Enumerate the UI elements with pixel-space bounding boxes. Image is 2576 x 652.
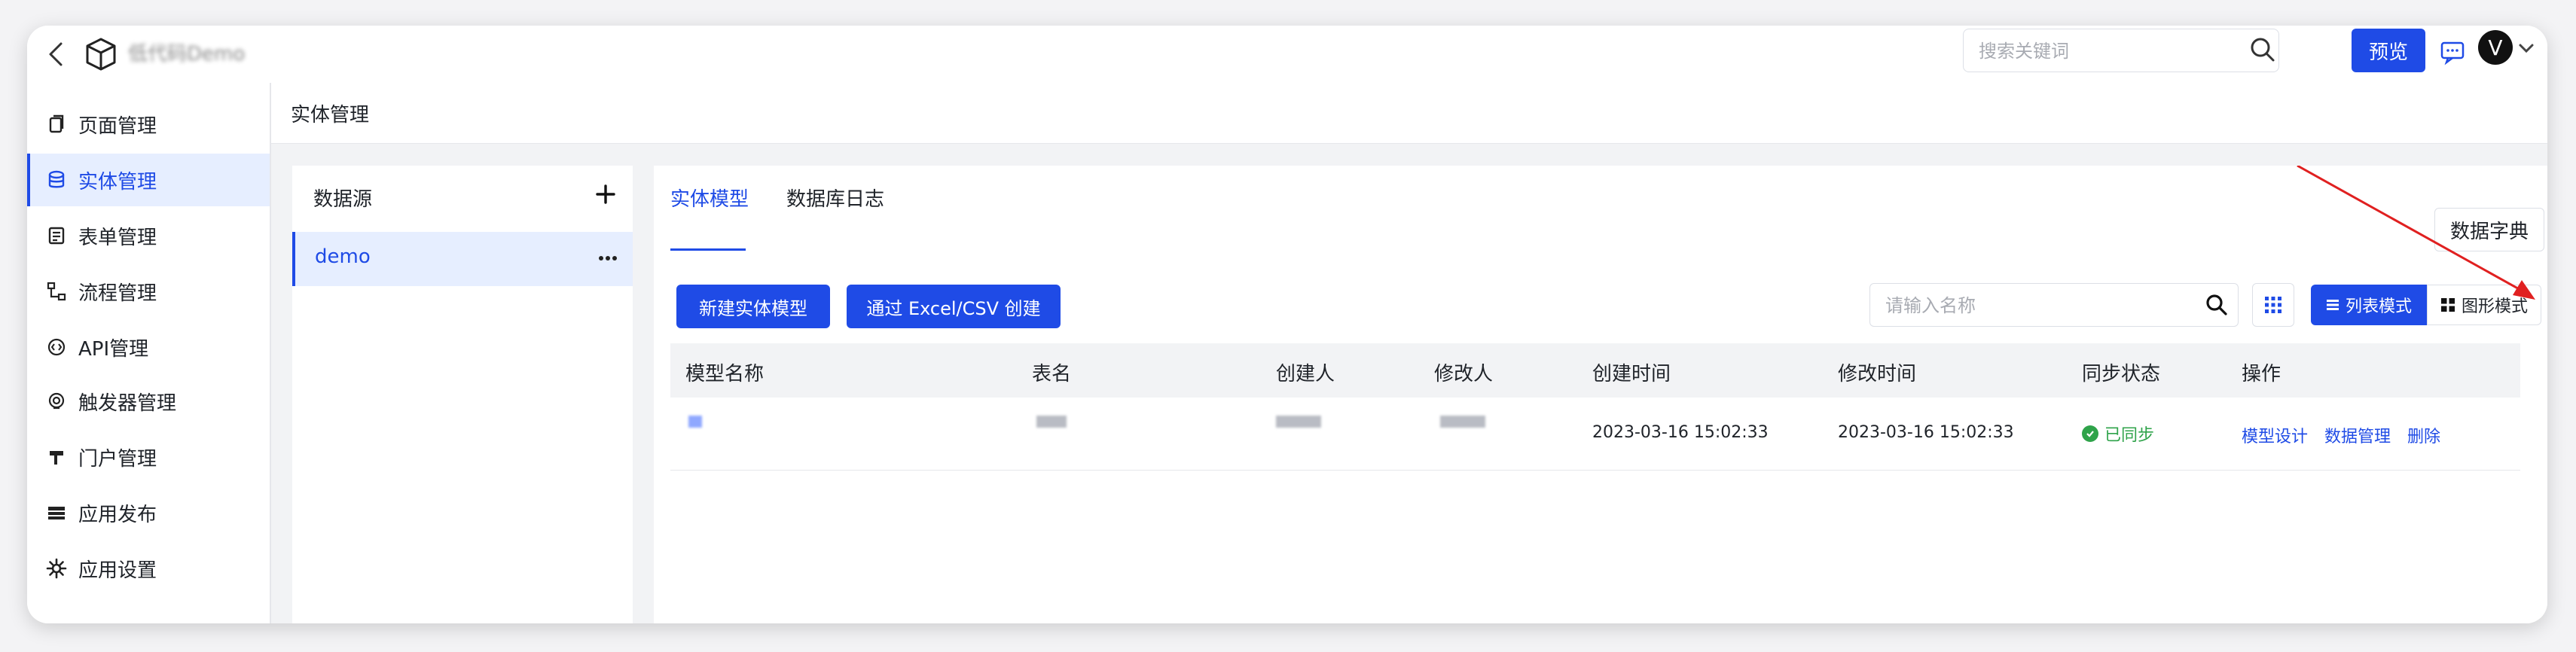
table-name-redacted	[1036, 416, 1067, 428]
column-header: 修改时间	[1838, 363, 1917, 385]
more-icon[interactable]	[597, 248, 619, 268]
tab-entity-model[interactable]: 实体模型	[670, 184, 749, 212]
sidebar-item-label: 应用设置	[78, 559, 157, 582]
database-icon	[45, 169, 68, 191]
created-time: 2023-03-16 15:02:33	[1592, 423, 1769, 442]
sidebar-item-label: API管理	[78, 337, 149, 361]
sidebar-item-publish[interactable]: 应用发布	[27, 486, 270, 539]
api-icon	[45, 336, 68, 358]
model-name-redacted[interactable]	[688, 416, 702, 428]
delete-link[interactable]: 删除	[2407, 423, 2440, 447]
annotation-arrow	[2297, 166, 2535, 300]
grid-icon	[2265, 297, 2281, 313]
datasource-item-label: demo	[315, 245, 371, 268]
page-title: 实体管理	[291, 104, 370, 126]
sidebar-item-label: 实体管理	[78, 170, 157, 193]
page-icon	[45, 113, 68, 136]
publish-icon	[45, 501, 68, 524]
global-search[interactable]	[1963, 29, 2279, 72]
sidebar-item-label: 流程管理	[78, 282, 157, 305]
cube-icon	[80, 33, 122, 75]
search-icon[interactable]	[2205, 293, 2229, 317]
check-circle-icon	[2082, 425, 2098, 442]
column-header: 修改人	[1434, 363, 1494, 385]
sync-status: 已同步	[2082, 422, 2154, 446]
sidebar-item-form[interactable]: 表单管理	[27, 209, 270, 262]
datasource-item[interactable]: demo	[292, 232, 633, 286]
search-icon[interactable]	[2249, 36, 2276, 63]
modified-time: 2023-03-16 15:02:33	[1838, 423, 2014, 442]
sidebar-item-portal[interactable]: 门户管理	[27, 431, 270, 483]
sidebar-item-label: 触发器管理	[78, 392, 177, 415]
preview-button[interactable]: 预览	[2352, 29, 2425, 72]
avatar[interactable]: V	[2478, 30, 2513, 65]
column-header: 操作	[2242, 363, 2281, 385]
plus-icon[interactable]	[594, 182, 618, 206]
table-header: 模型名称 表名 创建人 修改人 创建时间 修改时间 同步状态 操作	[670, 343, 2520, 398]
sidebar-item-entity[interactable]: 实体管理	[27, 154, 270, 206]
datasource-title: 数据源	[313, 188, 373, 211]
table-row[interactable]: 2023-03-16 15:02:33 2023-03-16 15:02:33 …	[670, 398, 2520, 471]
chevron-down-icon[interactable]	[2516, 38, 2537, 59]
datasource-panel: 数据源 demo	[292, 166, 633, 623]
column-header: 同步状态	[2082, 363, 2161, 385]
sidebar-item-flow[interactable]: 流程管理	[27, 265, 270, 318]
column-header: 模型名称	[685, 363, 765, 385]
form-icon	[45, 224, 68, 247]
entity-panel: 实体模型 数据库日志 数据字典 新建实体模型 通过 Excel/CSV 创建 列…	[654, 166, 2547, 623]
gear-icon	[45, 557, 68, 580]
data-manage-link[interactable]: 数据管理	[2324, 423, 2391, 447]
sidebar-item-api[interactable]: API管理	[27, 321, 270, 373]
sync-status-label: 已同步	[2104, 426, 2155, 445]
new-entity-model-button[interactable]: 新建实体模型	[676, 285, 830, 328]
tab-underline	[670, 248, 746, 251]
column-header: 表名	[1032, 363, 1072, 385]
page-header: 实体管理	[271, 83, 2547, 144]
column-header: 创建人	[1276, 363, 1335, 385]
column-header: 创建时间	[1592, 363, 1671, 385]
sidebar-item-label: 门户管理	[78, 447, 157, 471]
tab-db-log[interactable]: 数据库日志	[786, 184, 884, 212]
name-search[interactable]	[1869, 283, 2239, 327]
sidebar-item-page[interactable]: 页面管理	[27, 98, 270, 151]
import-excel-csv-button[interactable]: 通过 Excel/CSV 创建	[847, 285, 1061, 328]
portal-icon	[45, 446, 68, 468]
sidebar: 页面管理 实体管理 表单管理 流程管理 API管理 触发器管理 门户管理 应用发…	[27, 83, 271, 623]
modifier-redacted	[1440, 416, 1485, 428]
trigger-icon	[45, 390, 68, 413]
sidebar-item-label: 页面管理	[78, 114, 157, 138]
global-search-input[interactable]	[1977, 35, 2229, 67]
back-icon[interactable]	[41, 39, 71, 69]
top-bar: 低代码Demo 预览 V	[27, 26, 2547, 84]
sidebar-item-settings[interactable]: 应用设置	[27, 542, 270, 595]
app-title: 低代码Demo	[128, 43, 246, 66]
name-search-input[interactable]	[1884, 290, 2188, 321]
app-window: 低代码Demo 预览 V 页面管理 实体管理 表单管理 流程管理 API管理	[27, 26, 2547, 623]
model-design-link[interactable]: 模型设计	[2242, 423, 2308, 447]
sidebar-item-label: 应用发布	[78, 503, 157, 526]
grid-toggle-button[interactable]	[2252, 283, 2294, 327]
flow-icon	[45, 280, 68, 303]
message-icon[interactable]	[2437, 36, 2468, 66]
sidebar-item-trigger[interactable]: 触发器管理	[27, 375, 270, 428]
creator-redacted	[1276, 416, 1321, 428]
sidebar-item-label: 表单管理	[78, 226, 157, 249]
